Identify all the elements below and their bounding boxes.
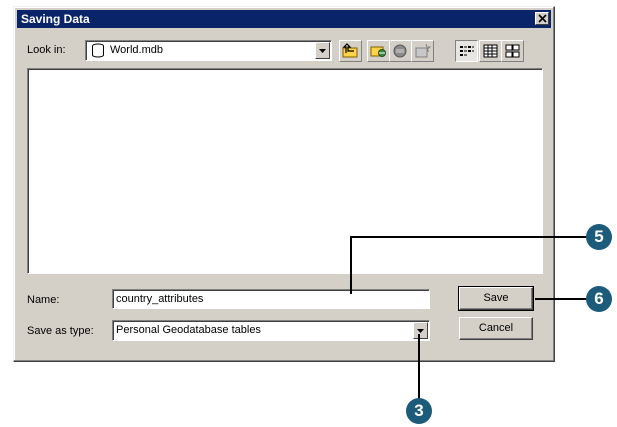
look-in-label: Look in: [27,44,66,56]
connect-folder-icon [370,46,386,57]
save-as-type-value: Personal Geodatabase tables [116,324,261,336]
new-item-button[interactable] [411,40,434,62]
connect-folder-button[interactable] [367,40,390,62]
up-one-level-button[interactable] [339,40,362,62]
thumbnails-view-button[interactable] [501,40,524,62]
callout-5-line-vertical [350,236,352,294]
database-icon [92,43,104,58]
disconnect-folder-icon [393,44,407,58]
new-item-icon [415,43,431,58]
callout-6-line [535,298,587,300]
saving-data-dialog: Saving Data Look in: World.mdb Name: cou… [13,6,555,362]
details-view-icon [483,44,498,58]
name-input-value: country_attributes [116,293,204,305]
callout-step-5: 5 [586,224,612,250]
name-input[interactable]: country_attributes [112,289,430,309]
close-button[interactable] [535,12,549,25]
close-icon [538,14,547,23]
look-in-dropdown[interactable]: World.mdb [85,40,332,61]
list-view-icon [460,46,474,56]
details-view-button[interactable] [479,40,502,62]
callout-5-line [351,236,588,238]
dialog-title: Saving Data [21,12,90,26]
callout-3-line [418,334,420,400]
thumbnails-view-icon [505,44,520,58]
save-as-type-dropdown[interactable]: Personal Geodatabase tables [112,320,430,341]
chevron-down-icon [417,329,424,333]
up-one-level-icon [342,43,358,58]
look-in-dropdown-button[interactable] [315,42,330,59]
chevron-down-icon [319,49,326,53]
name-label: Name: [27,294,60,306]
file-list[interactable] [27,68,543,274]
cancel-button[interactable]: Cancel [459,317,533,340]
callout-step-3: 3 [406,398,432,424]
title-bar[interactable]: Saving Data [17,10,551,28]
list-view-button[interactable] [455,40,478,62]
look-in-value: World.mdb [110,44,163,56]
disconnect-folder-button[interactable] [389,40,412,62]
save-as-type-label: Save as type: [27,325,94,337]
callout-step-6: 6 [586,286,612,312]
save-as-type-dropdown-button[interactable] [413,322,428,339]
save-button[interactable]: Save [458,286,534,311]
